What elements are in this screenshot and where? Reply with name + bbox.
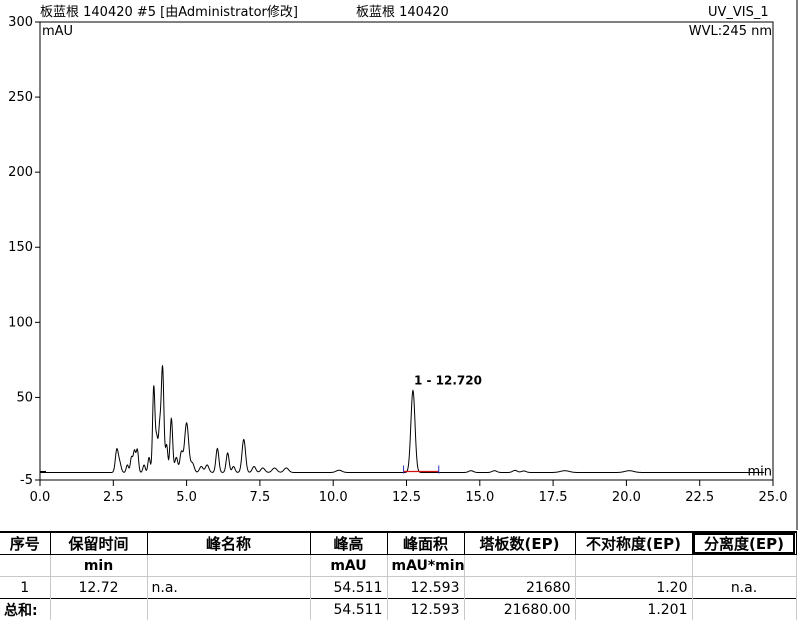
total-peak-area: 12.593: [387, 598, 465, 620]
peak-table: 序号 保留时间 峰名称 峰高 峰面积 塔板数(EP) 不对称度(EP) 分离度(…: [0, 531, 797, 620]
cell-retention-time: 12.72: [50, 576, 148, 599]
x-tick-label: 5.0: [176, 490, 197, 505]
table-row[interactable]: 1 12.72 n.a. 54.511 12.593 21680 1.20 n.…: [0, 576, 797, 599]
unit-index: [0, 554, 51, 577]
x-tick-label: 2.5: [103, 490, 124, 505]
x-tick-label: 15.0: [465, 490, 494, 505]
channel-label: UV_VIS_1: [708, 5, 769, 20]
x-tick-label: 0.0: [30, 490, 51, 505]
cell-peak-name: n.a.: [147, 576, 311, 599]
plot-frame: [39, 21, 774, 481]
table-total-row: 总和: 54.511 12.593 21680.00 1.201: [0, 598, 797, 620]
col-header-retention-time: 保留时间: [50, 531, 148, 555]
col-header-index: 序号: [0, 531, 51, 555]
unit-peak-area: mAU*min: [387, 554, 465, 577]
unit-retention-time: min: [50, 554, 148, 577]
unit-asymmetry: [575, 554, 693, 577]
unit-plates: [464, 554, 576, 577]
y-tick-label: 200: [8, 165, 33, 180]
wavelength-label: WVL:245 nm: [689, 24, 772, 39]
y-tick-label: 150: [8, 240, 33, 255]
x-tick-label: 7.5: [250, 490, 271, 505]
col-header-resolution[interactable]: 分离度(EP): [692, 531, 797, 555]
table-header-row: 序号 保留时间 峰名称 峰高 峰面积 塔板数(EP) 不对称度(EP) 分离度(…: [0, 531, 797, 555]
cell-plates: 21680: [464, 576, 576, 599]
col-header-peak-area: 峰面积: [387, 531, 465, 555]
y-tick-label: 50: [16, 390, 33, 405]
x-tick-label: 25.0: [759, 490, 788, 505]
cell-resolution: n.a.: [692, 576, 797, 599]
unit-peak-height: mAU: [310, 554, 388, 577]
unit-peak-name: [147, 554, 311, 577]
x-tick-label: 20.0: [612, 490, 641, 505]
cell-index: 1: [0, 576, 51, 599]
total-resolution: [692, 598, 797, 620]
x-tick-label: 17.5: [539, 490, 568, 505]
chromatogram-chart: -5 50 100 150 200 250 300 0.0 2.5 5.0 7.5 10.0 12.5 1…: [8, 0, 798, 530]
sample-title: 板蓝根 140420 #5 [由Administrator修改]: [40, 5, 298, 20]
y-tick-label: 100: [8, 315, 33, 330]
total-peak-height: 54.511: [310, 598, 388, 620]
x-tick-label: 12.5: [392, 490, 421, 505]
y-tick-label: -5: [20, 473, 33, 488]
cell-asymmetry: 1.20: [575, 576, 693, 599]
cell-peak-area: 12.593: [387, 576, 465, 599]
chromatogram-trace: [40, 365, 765, 473]
col-header-asymmetry: 不对称度(EP): [575, 531, 693, 555]
col-header-peak-height: 峰高: [310, 531, 388, 555]
y-axis-label: mAU: [42, 24, 73, 39]
total-label: 总和:: [0, 598, 51, 620]
peak-annotation: 1 - 12.720: [414, 374, 482, 388]
col-header-peak-name: 峰名称: [147, 531, 311, 555]
total-retention-time: [50, 598, 148, 620]
total-asymmetry: 1.201: [575, 598, 693, 620]
x-tick-label: 22.5: [685, 490, 714, 505]
y-tick-label: 300: [8, 15, 33, 30]
x-tick-label: 10.0: [319, 490, 348, 505]
cell-peak-height: 54.511: [310, 576, 388, 599]
unit-resolution: [692, 554, 797, 577]
sample-name: 板蓝根 140420: [356, 5, 449, 20]
col-header-plates: 塔板数(EP): [464, 531, 576, 555]
y-tick-label: 250: [8, 90, 33, 105]
table-units-row: min mAU mAU*min: [0, 554, 797, 577]
total-peak-name: [147, 598, 311, 620]
total-plates: 21680.00: [464, 598, 576, 620]
